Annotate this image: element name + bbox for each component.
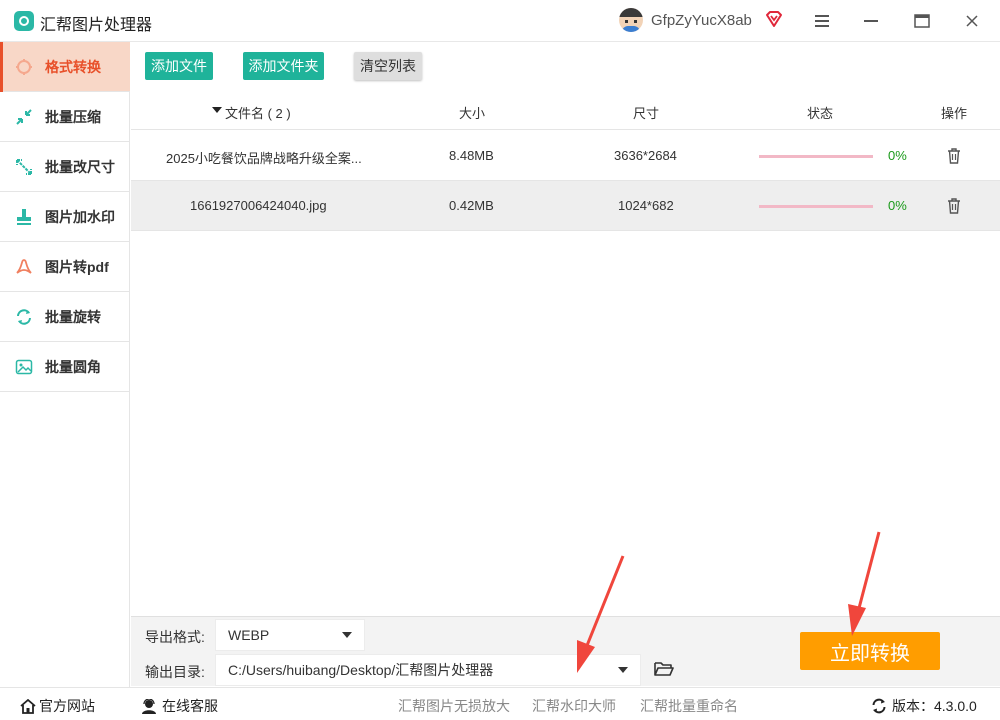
file-size: 0.42MB [449, 198, 494, 213]
refresh-icon [872, 698, 886, 714]
format-label: 导出格式: [145, 629, 205, 645]
sidebar-item-label: 批量改尺寸 [45, 158, 115, 175]
column-actions: 操作 [941, 106, 968, 121]
sidebar-item-watermark[interactable]: 图片加水印 [0, 192, 130, 242]
delete-icon[interactable] [946, 147, 962, 165]
sidebar-item-label: 格式转换 [45, 58, 101, 75]
lossless-upscale-link[interactable]: 汇帮图片无损放大 [398, 696, 510, 716]
watermark-master-link[interactable]: 汇帮水印大师 [532, 696, 616, 716]
minimize-icon[interactable] [856, 6, 886, 36]
batch-rename-link[interactable]: 汇帮批量重命名 [640, 696, 738, 716]
official-website-link[interactable]: 官方网站 [20, 696, 95, 716]
column-status: 状态 [807, 106, 834, 121]
username[interactable]: GfpZyYucX8ab [651, 12, 752, 29]
maximize-icon[interactable] [907, 6, 937, 36]
format-convert-icon [14, 57, 34, 77]
official-website-label: 官方网站 [39, 698, 95, 714]
sidebar-item-label: 批量圆角 [45, 358, 101, 375]
sidebar-item-label: 批量压缩 [45, 108, 101, 125]
support-agent-icon [142, 698, 156, 714]
open-folder-icon[interactable] [654, 660, 674, 678]
clear-list-button[interactable]: 清空列表 [354, 52, 422, 80]
delete-icon[interactable] [946, 197, 962, 215]
app-logo-icon [14, 11, 34, 31]
sidebar-item-rounded-corner[interactable]: 批量圆角 [0, 342, 130, 392]
footer-bar: 官方网站 在线客服 汇帮图片无损放大 汇帮水印大师 汇帮批量重命名 版本：4.3… [0, 687, 1000, 720]
column-size: 大小 [459, 106, 486, 121]
sidebar-item-pdf[interactable]: 图片转pdf [0, 242, 130, 292]
sidebar-item-label: 批量旋转 [45, 308, 101, 325]
output-dir-label: 输出目录: [145, 664, 205, 680]
table-row[interactable]: 2025小吃餐饮品牌战略升级全案... 8.48MB 3636*2684 0% [131, 131, 1000, 181]
file-name: 2025小吃餐饮品牌战略升级全案... [166, 151, 362, 166]
close-icon[interactable] [957, 6, 987, 36]
user-avatar[interactable] [619, 8, 643, 32]
sidebar-item-rotate[interactable]: 批量旋转 [0, 292, 130, 342]
file-table-header: 文件名 ( 2 ) 大小 尺寸 状态 操作 [131, 92, 1000, 130]
table-row[interactable]: 1661927006424040.jpg 0.42MB 1024*682 0% [131, 181, 1000, 231]
output-dir-select[interactable]: C:/Users/huibang/Desktop/汇帮图片处理器 [215, 654, 641, 686]
progress-bar [759, 205, 873, 208]
sidebar-item-compress[interactable]: 批量压缩 [0, 92, 130, 142]
compress-icon [14, 107, 34, 127]
output-dir-value: C:/Users/huibang/Desktop/汇帮图片处理器 [228, 662, 494, 678]
file-dimensions: 1024*682 [618, 198, 674, 213]
column-dimensions: 尺寸 [633, 106, 660, 121]
file-name: 1661927006424040.jpg [190, 198, 327, 213]
watermark-icon [14, 207, 34, 227]
home-icon [20, 698, 36, 714]
pdf-icon [14, 257, 34, 277]
online-support-label: 在线客服 [162, 698, 218, 714]
app-title: 汇帮图片处理器 [40, 17, 153, 34]
sidebar-item-format-convert[interactable]: 格式转换 [0, 42, 130, 92]
convert-now-button[interactable]: 立即转换 [800, 632, 940, 670]
rotate-icon [14, 307, 34, 327]
file-size: 8.48MB [449, 148, 494, 163]
add-folder-button[interactable]: 添加文件夹 [243, 52, 324, 80]
vip-diamond-icon[interactable] [765, 10, 783, 28]
add-file-button[interactable]: 添加文件 [145, 52, 213, 80]
resize-icon [14, 157, 34, 177]
title-bar: 汇帮图片处理器 GfpZyYucX8ab [0, 0, 1000, 42]
format-select[interactable]: WEBP [215, 619, 365, 651]
menu-icon[interactable] [807, 6, 837, 36]
chevron-down-icon [618, 667, 628, 673]
sidebar-item-resize[interactable]: 批量改尺寸 [0, 142, 130, 192]
chevron-down-icon [342, 632, 352, 638]
sidebar-item-label: 图片加水印 [45, 208, 115, 225]
version-info[interactable]: 版本：4.3.0.0 [871, 696, 977, 716]
column-filename[interactable]: 文件名 ( 2 ) [225, 103, 291, 122]
sidebar-item-label: 图片转pdf [45, 258, 109, 275]
file-dimensions: 3636*2684 [614, 148, 677, 163]
progress-bar [759, 155, 873, 158]
sidebar: 格式转换 批量压缩 批量改尺寸 图片加水印 图片转pdf 批量旋转 批量圆角 [0, 42, 130, 687]
format-value: WEBP [228, 627, 270, 643]
rounded-corner-icon [14, 357, 34, 377]
online-support-link[interactable]: 在线客服 [141, 696, 218, 716]
progress-percent: 0% [888, 148, 907, 163]
progress-percent: 0% [888, 198, 907, 213]
sort-caret-icon[interactable] [212, 103, 222, 118]
version-label: 版本：4.3.0.0 [892, 698, 977, 714]
